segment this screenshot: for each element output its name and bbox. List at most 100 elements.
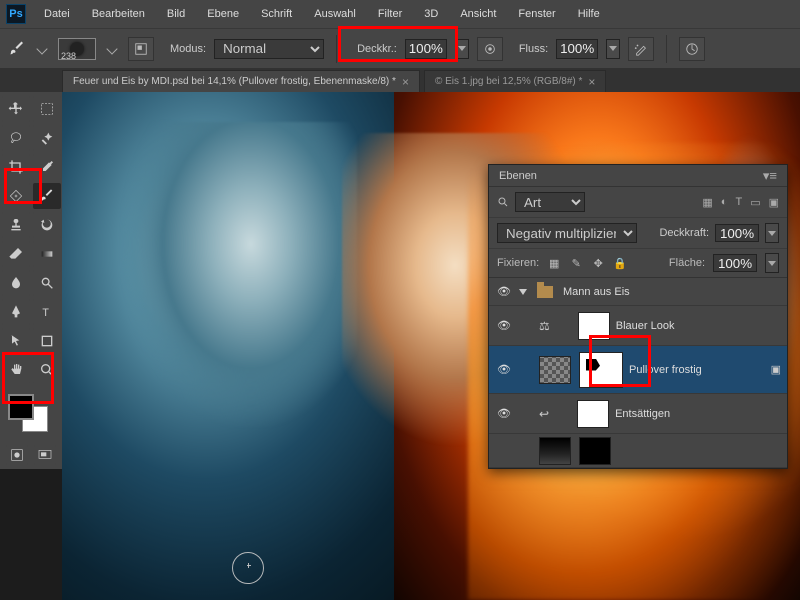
options-bar: 238 Modus: Normal Deckkr.: Fluss: bbox=[0, 28, 800, 68]
close-icon[interactable]: × bbox=[402, 75, 409, 89]
app-logo: Ps bbox=[6, 4, 26, 24]
layer-label[interactable]: Blauer Look bbox=[616, 320, 781, 332]
opacity-pressure-toggle[interactable] bbox=[477, 37, 503, 61]
color-swatch[interactable] bbox=[2, 392, 61, 434]
hand-tool[interactable] bbox=[2, 357, 30, 383]
layer-row[interactable]: 👁 ⚖ Blauer Look bbox=[489, 306, 787, 346]
layer-mask-thumb[interactable] bbox=[578, 312, 610, 340]
menu-help[interactable]: Hilfe bbox=[568, 4, 610, 24]
layer-opacity-input[interactable] bbox=[715, 224, 759, 242]
layer-label[interactable]: Entsättigen bbox=[615, 408, 781, 420]
panel-menu-icon[interactable]: ▾≡ bbox=[763, 168, 777, 184]
filter-smart-icon[interactable]: ▣ bbox=[769, 196, 779, 209]
lasso-tool[interactable] bbox=[2, 125, 30, 151]
disclosure-icon[interactable] bbox=[519, 289, 527, 295]
layer-label[interactable]: Mann aus Eis bbox=[563, 286, 781, 298]
lock-position-icon[interactable]: ✥ bbox=[591, 256, 605, 270]
filter-pixel-icon[interactable]: ▦ bbox=[702, 196, 712, 209]
tablet-pressure-toggle[interactable] bbox=[679, 37, 705, 61]
layer-filter-select[interactable]: Art bbox=[515, 192, 585, 212]
menu-select[interactable]: Auswahl bbox=[304, 4, 366, 24]
blend-mode-select[interactable]: Normal bbox=[214, 39, 324, 59]
layer-opacity-label: Deckkraft: bbox=[659, 227, 709, 239]
panel-title: Ebenen bbox=[499, 170, 537, 182]
search-icon bbox=[497, 196, 509, 208]
menu-filter[interactable]: Filter bbox=[368, 4, 412, 24]
brush-dropdown-icon[interactable] bbox=[106, 43, 117, 54]
tab-secondary-document[interactable]: © Eis 1.jpg bei 12,5% (RGB/8#) * × bbox=[424, 70, 606, 92]
marquee-tool[interactable] bbox=[33, 96, 61, 122]
healing-tool[interactable] bbox=[2, 183, 30, 209]
zoom-tool[interactable] bbox=[33, 357, 61, 383]
menu-file[interactable]: Datei bbox=[34, 4, 80, 24]
layer-opacity-dropdown[interactable] bbox=[765, 223, 779, 243]
layer-group[interactable]: 👁 Mann aus Eis bbox=[489, 278, 787, 306]
filter-shape-icon[interactable]: ▭ bbox=[750, 196, 760, 209]
blur-tool[interactable] bbox=[2, 270, 30, 296]
layer-fill-input[interactable] bbox=[713, 254, 757, 272]
opacity-input[interactable] bbox=[405, 39, 447, 59]
layer-fill-dropdown[interactable] bbox=[765, 253, 779, 273]
layer-fill-label: Fläche: bbox=[669, 257, 705, 269]
stamp-tool[interactable] bbox=[2, 212, 30, 238]
foreground-color[interactable] bbox=[8, 394, 34, 420]
lock-all-icon[interactable]: 🔒 bbox=[613, 256, 627, 270]
layer-blend-select[interactable]: Negativ multiplizieren bbox=[497, 223, 637, 243]
menu-bar: Ps Datei Bearbeiten Bild Ebene Schrift A… bbox=[0, 0, 800, 28]
menu-image[interactable]: Bild bbox=[157, 4, 195, 24]
opacity-label: Deckkr.: bbox=[357, 43, 397, 55]
menu-window[interactable]: Fenster bbox=[508, 4, 565, 24]
pen-tool[interactable] bbox=[2, 299, 30, 325]
toolbox: T bbox=[0, 92, 62, 469]
screenmode-toggle[interactable] bbox=[34, 445, 56, 465]
close-icon[interactable]: × bbox=[588, 75, 595, 89]
layer-mask-thumb[interactable] bbox=[577, 400, 609, 428]
lock-transparency-icon[interactable]: ▦ bbox=[547, 256, 561, 270]
history-brush-tool[interactable] bbox=[33, 212, 61, 238]
shape-tool[interactable] bbox=[33, 328, 61, 354]
document-tabs: Feuer und Eis by MDI.psd bei 14,1% (Pull… bbox=[0, 68, 800, 92]
gradient-tool[interactable] bbox=[33, 241, 61, 267]
flow-input[interactable] bbox=[556, 39, 598, 59]
menu-layer[interactable]: Ebene bbox=[197, 4, 249, 24]
filter-adjust-icon[interactable]: ◐ bbox=[721, 196, 728, 209]
brush-preview[interactable]: 238 bbox=[58, 38, 96, 60]
canvas[interactable]: Ebenen ▾≡ Art ▦ ◐ T ▭ ▣ Negativ multipli… bbox=[62, 92, 800, 600]
opacity-dropdown[interactable] bbox=[455, 39, 469, 59]
move-tool[interactable] bbox=[2, 96, 30, 122]
layer-mask-thumb[interactable] bbox=[579, 352, 623, 388]
layer-row[interactable] bbox=[489, 434, 787, 468]
eraser-tool[interactable] bbox=[2, 241, 30, 267]
visibility-icon[interactable]: 👁 bbox=[495, 319, 513, 332]
quickmask-toggle[interactable] bbox=[6, 445, 28, 465]
visibility-icon[interactable]: 👁 bbox=[495, 407, 513, 420]
filter-type-icon[interactable]: T bbox=[735, 196, 742, 209]
menu-view[interactable]: Ansicht bbox=[450, 4, 506, 24]
tab-active-document[interactable]: Feuer und Eis by MDI.psd bei 14,1% (Pull… bbox=[62, 70, 420, 92]
layer-row-selected[interactable]: 👁 Pullover frostig ▣ bbox=[489, 346, 787, 394]
layer-label[interactable]: Pullover frostig bbox=[629, 364, 765, 376]
lock-pixels-icon[interactable]: ✎ bbox=[569, 256, 583, 270]
eyedropper-tool[interactable] bbox=[33, 154, 61, 180]
layer-mask-thumb[interactable] bbox=[579, 437, 611, 465]
brush-panel-toggle[interactable] bbox=[128, 37, 154, 61]
menu-3d[interactable]: 3D bbox=[414, 4, 448, 24]
path-select-tool[interactable] bbox=[2, 328, 30, 354]
brush-tool[interactable] bbox=[33, 183, 61, 209]
magic-wand-tool[interactable] bbox=[33, 125, 61, 151]
flow-dropdown[interactable] bbox=[606, 39, 620, 59]
type-tool[interactable]: T bbox=[33, 299, 61, 325]
airbrush-toggle[interactable] bbox=[628, 37, 654, 61]
layer-row[interactable]: 👁 ↩ Entsättigen bbox=[489, 394, 787, 434]
layer-thumb[interactable] bbox=[539, 356, 571, 384]
menu-edit[interactable]: Bearbeiten bbox=[82, 4, 155, 24]
smart-object-icon: ▣ bbox=[771, 363, 781, 376]
crop-tool[interactable] bbox=[2, 154, 30, 180]
dodge-tool[interactable] bbox=[33, 270, 61, 296]
visibility-icon[interactable]: 👁 bbox=[495, 363, 513, 376]
svg-text:T: T bbox=[42, 307, 49, 319]
tool-preset-dropdown-icon[interactable] bbox=[36, 43, 47, 54]
visibility-icon[interactable]: 👁 bbox=[495, 285, 513, 298]
layer-thumb[interactable] bbox=[539, 437, 571, 465]
menu-type[interactable]: Schrift bbox=[251, 4, 302, 24]
